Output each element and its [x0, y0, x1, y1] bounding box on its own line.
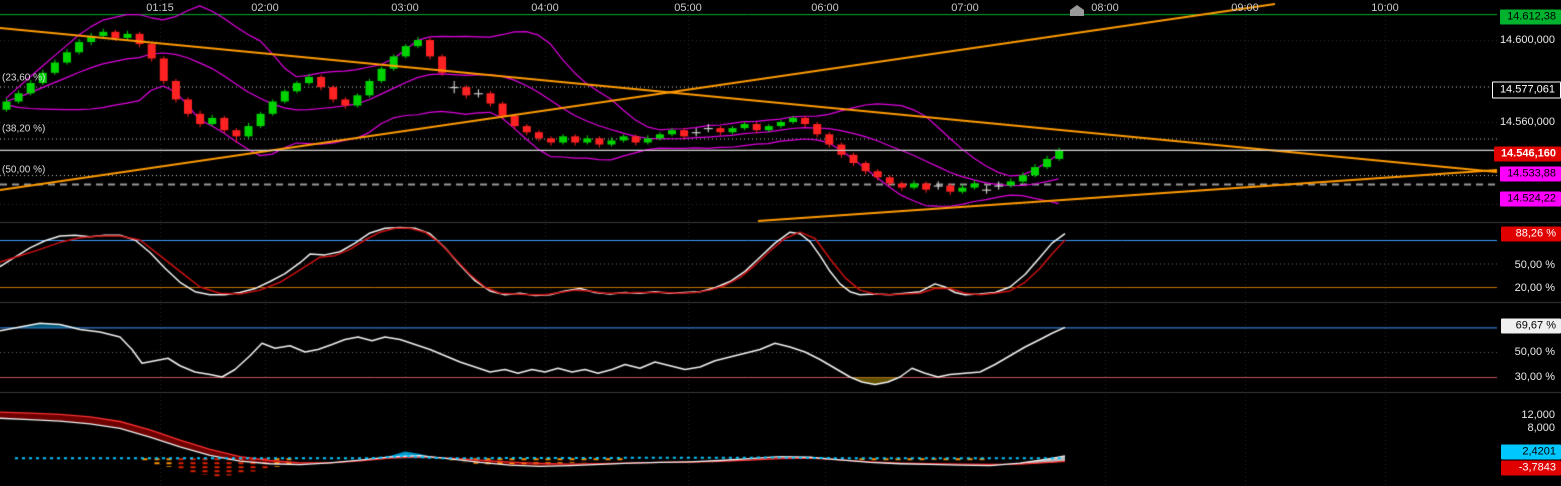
- axis-price-label: 14.560,000: [1500, 116, 1555, 128]
- time-label: 01:15: [146, 2, 174, 14]
- axis-price-label: 30,00 %: [1515, 371, 1555, 383]
- time-label: 03:00: [391, 2, 419, 14]
- fib-level-label: (38,20 %): [2, 124, 45, 135]
- macd-value-badge: 2,4201: [1501, 445, 1561, 460]
- last-price-badge: 14.546,160: [1494, 147, 1561, 162]
- time-label: 07:00: [951, 2, 979, 14]
- rsi-value-badge: 69,67 %: [1501, 319, 1561, 334]
- time-label: 10:00: [1371, 2, 1399, 14]
- time-label: 04:00: [531, 2, 559, 14]
- time-label: 08:00: [1091, 2, 1119, 14]
- time-label: 09:00: [1231, 2, 1259, 14]
- axis-price-label: 50,00 %: [1515, 346, 1555, 358]
- fib-level-label: (23,60 %): [2, 73, 45, 84]
- time-label: 05:00: [674, 2, 702, 14]
- time-label: 06:00: [811, 2, 839, 14]
- axis-price-label: 12,000: [1521, 409, 1555, 421]
- level-high-badge: 14.612,38: [1500, 10, 1561, 25]
- bb-mid-badge: 14.533,88: [1500, 167, 1561, 182]
- fib-236-badge: 14.577,061: [1492, 82, 1561, 99]
- axis-price-label: 50,00 %: [1515, 259, 1555, 271]
- axis-price-label: 8,000: [1527, 422, 1555, 434]
- axis-price-label: 14.600,000: [1500, 34, 1555, 46]
- trading-chart-window: 01:15 02:00 03:00 04:00 05:00 06:00 07:00 08:00…: [0, 0, 1561, 486]
- axis-price-label: 20,00 %: [1515, 282, 1555, 294]
- time-label: 02:00: [251, 2, 279, 14]
- fib-level-label: (50,00 %): [2, 165, 45, 176]
- stoch-value-badge: 88,26 %: [1501, 227, 1561, 242]
- chart-canvas[interactable]: [0, 0, 1561, 486]
- bb-lower-badge: 14.524,22: [1500, 192, 1561, 207]
- macd-signal-badge: -3,7843: [1501, 461, 1561, 476]
